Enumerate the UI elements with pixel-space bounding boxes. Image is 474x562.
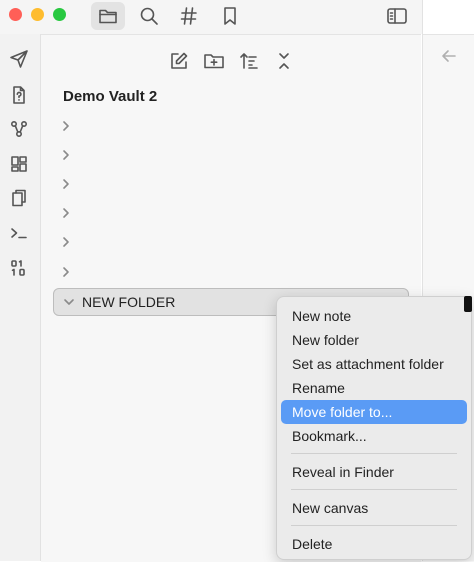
vault-name[interactable]: Demo Vault 2 <box>63 88 157 105</box>
arrow-left-icon <box>442 50 456 62</box>
collapsed-folder-row[interactable] <box>61 116 85 136</box>
chevron-right-icon <box>63 208 69 218</box>
sort-icon <box>240 53 258 69</box>
tag-icon <box>180 7 197 25</box>
chevron-right-icon <box>63 179 69 189</box>
chevron-right-icon <box>63 121 69 131</box>
minimize-window-button[interactable] <box>31 8 44 21</box>
menu-separator <box>291 489 457 490</box>
menu-item-new-note[interactable]: New note <box>281 304 467 328</box>
ribbon-binary-button[interactable] <box>6 255 32 281</box>
menu-item-bookmark[interactable]: Bookmark... <box>281 424 467 448</box>
zoom-window-button[interactable] <box>53 8 66 21</box>
close-window-button[interactable] <box>9 8 22 21</box>
menu-item-new-folder[interactable]: New folder <box>281 328 467 352</box>
chevron-down-icon <box>64 299 74 305</box>
chevron-right-icon <box>63 237 69 247</box>
terminal-icon <box>11 228 27 239</box>
tags-tab-button[interactable] <box>172 2 206 30</box>
collapsed-folder-row[interactable] <box>61 174 85 194</box>
folder-name: NEW FOLDER <box>82 294 176 310</box>
right-panel-header <box>423 0 474 34</box>
dashboard-icon <box>11 156 27 172</box>
new-folder-button[interactable] <box>201 49 227 73</box>
new-note-icon <box>171 52 188 69</box>
menu-item-delete[interactable]: Delete <box>281 532 467 556</box>
menu-item-reveal-in-finder[interactable]: Reveal in Finder <box>281 460 467 484</box>
search-tab-button[interactable] <box>132 2 166 30</box>
left-ribbon <box>0 34 41 561</box>
menu-item-rename[interactable]: Rename <box>281 376 467 400</box>
folder-icon <box>99 9 117 24</box>
file-question-icon <box>13 86 25 104</box>
sidebar-toggle-icon <box>387 8 407 24</box>
title-bar <box>0 0 422 34</box>
right-panel-divider <box>423 34 474 35</box>
sidebar-toggle-button[interactable] <box>380 2 414 30</box>
ribbon-graph-button[interactable] <box>6 116 32 142</box>
new-folder-icon <box>204 54 224 69</box>
menu-separator <box>291 525 457 526</box>
search-icon <box>140 7 158 25</box>
navigate-back-button[interactable] <box>441 48 457 64</box>
chevron-right-icon <box>63 150 69 160</box>
bookmark-icon <box>224 7 236 25</box>
bookmarks-tab-button[interactable] <box>213 2 247 30</box>
collapsed-folder-row[interactable] <box>61 145 85 165</box>
collapse-icon <box>279 53 289 69</box>
menu-item-new-canvas[interactable]: New canvas <box>281 496 467 520</box>
ribbon-send-button[interactable] <box>6 46 32 72</box>
menu-item-set-attachment-folder[interactable]: Set as attachment folder <box>281 352 467 376</box>
graph-icon <box>10 120 28 138</box>
ribbon-terminal-button[interactable] <box>6 220 32 246</box>
files-tab-button[interactable] <box>91 2 125 30</box>
ribbon-random-note-button[interactable] <box>6 82 32 108</box>
context-menu: New note New folder Set as attachment fo… <box>276 296 472 560</box>
binary-icon <box>11 260 25 276</box>
ribbon-dashboard-button[interactable] <box>6 151 32 177</box>
menu-separator <box>291 453 457 454</box>
collapsed-folder-row[interactable] <box>61 232 85 252</box>
collapsed-folder-row[interactable] <box>61 203 85 223</box>
chevron-right-icon <box>63 267 69 277</box>
submenu-edge-marker <box>464 296 472 312</box>
sort-button[interactable] <box>236 49 262 73</box>
menu-item-move-folder[interactable]: Move folder to... <box>281 400 467 424</box>
collapse-all-button[interactable] <box>271 49 297 73</box>
copy-icon <box>12 189 26 207</box>
ribbon-copy-button[interactable] <box>6 185 32 211</box>
new-note-button[interactable] <box>166 49 192 73</box>
send-icon <box>10 50 28 68</box>
collapsed-folder-row[interactable] <box>61 262 85 282</box>
